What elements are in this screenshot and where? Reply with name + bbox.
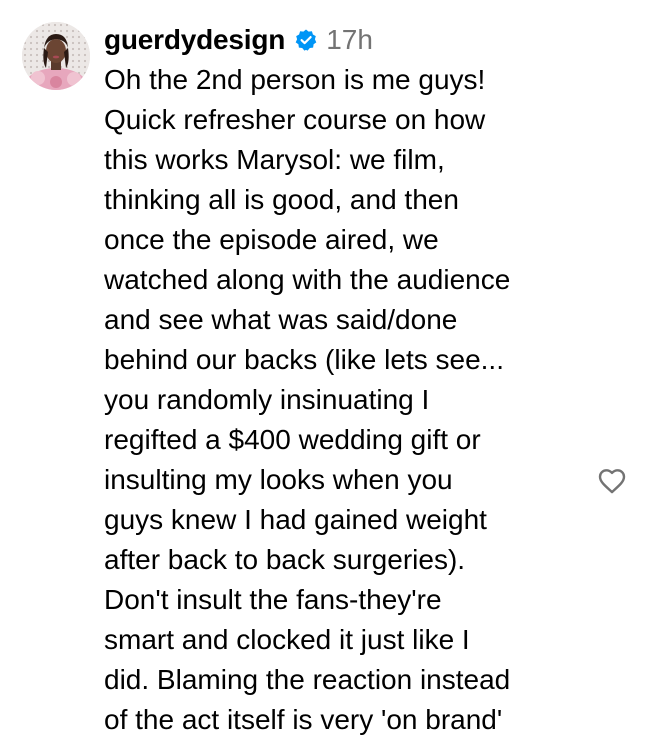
avatar-image	[22, 22, 90, 90]
comment: guerdydesign 17h Oh the 2nd person is me…	[0, 0, 654, 742]
username-link[interactable]: guerdydesign	[104, 24, 285, 56]
comment-text-line: this works Marysol: we film,	[104, 144, 445, 175]
comment-text-line: of the act itself is very 'on brand'	[104, 704, 503, 735]
comment-text-line: and see what was said/done	[104, 304, 458, 335]
comment-header: guerdydesign 17h	[104, 20, 594, 60]
comment-text-line: Don't insult the fans-they're	[104, 584, 442, 615]
comment-text: Oh the 2nd person is me guys! Quick refr…	[104, 60, 594, 740]
avatar[interactable]	[22, 22, 90, 90]
comment-text-line: watched along with the audience	[104, 264, 511, 295]
comment-text-line: regifted a $400 wedding gift or	[104, 424, 481, 455]
comment-text-line: Oh the 2nd person is me guys!	[104, 64, 486, 95]
comment-text-line: after back to back surgeries).	[104, 544, 466, 575]
verified-badge-icon	[294, 28, 318, 52]
comment-text-line: did. Blaming the reaction instead	[104, 664, 511, 695]
comment-text-line: Quick refresher course on how	[104, 104, 486, 135]
heart-outline-icon	[598, 469, 626, 494]
comment-text-line: you randomly insinuating I	[104, 384, 430, 415]
like-button[interactable]	[596, 465, 628, 497]
comment-text-line: once the episode aired, we	[104, 224, 439, 255]
comment-text-line: thinking all is good, and then	[104, 184, 459, 215]
comment-text-line: guys knew I had gained weight	[104, 504, 487, 535]
comment-body: guerdydesign 17h Oh the 2nd person is me…	[104, 20, 594, 740]
comment-text-line: smart and clocked it just like I	[104, 624, 470, 655]
comment-text-line: behind our backs (like lets see...	[104, 344, 504, 375]
comment-timestamp[interactable]: 17h	[326, 24, 373, 56]
comment-text-line: insulting my looks when you	[104, 464, 453, 495]
